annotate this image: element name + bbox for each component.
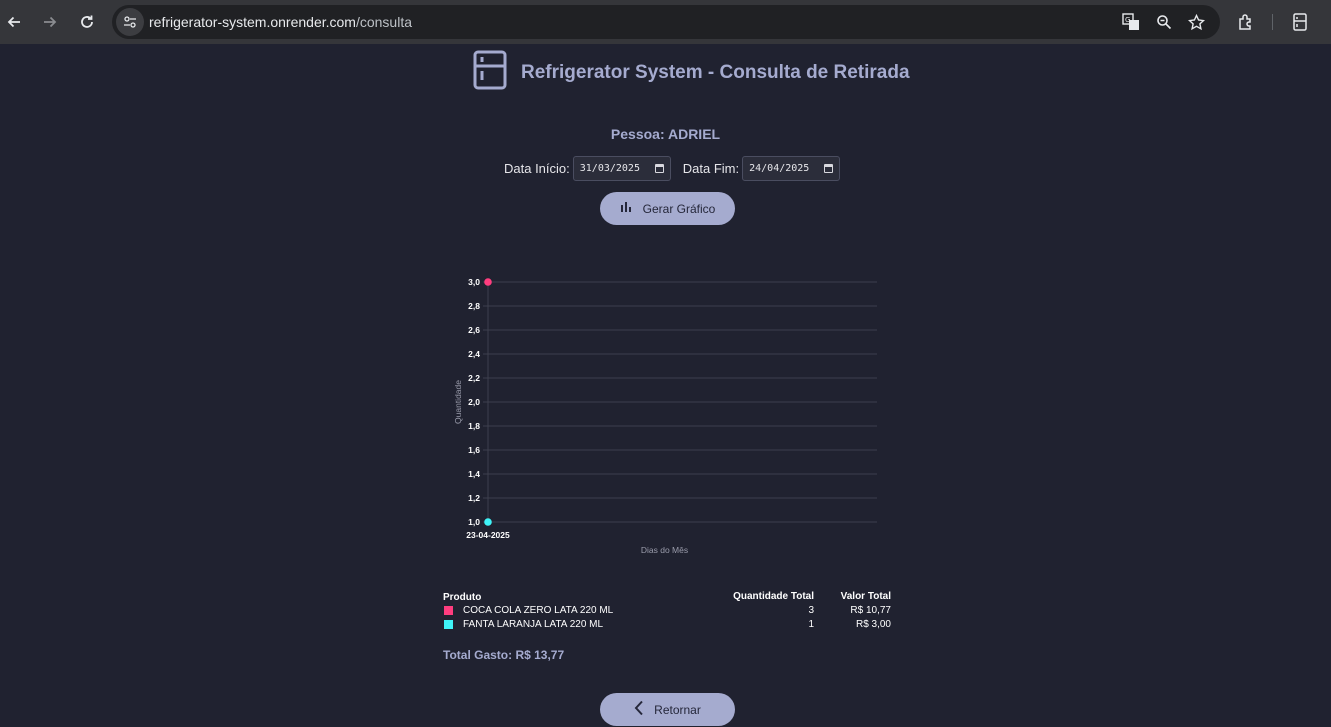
y-axis-title: Quantidade [453,380,463,424]
quantity-cell: 3 [808,604,814,616]
y-tick-label: 2,0 [468,397,480,407]
quantity-cell: 1 [808,618,814,630]
y-tick-label: 1,0 [468,517,480,527]
end-date-value: 24/04/2025 [749,163,810,174]
url-text: refrigerator-system.onrender.com/consult… [149,14,412,30]
chevron-left-icon [634,700,644,719]
start-date-value: 31/03/2025 [579,163,640,174]
generate-chart-label: Gerar Gráfico [642,201,716,216]
reload-icon[interactable] [73,8,101,36]
header-quantity: Quantidade Total [733,591,814,602]
series-swatch [444,605,453,615]
table-header: Produto Quantidade Total Valor Total [443,591,893,603]
x-axis-title: Dias do Mês [641,545,688,555]
product-name: FANTA LARANJA LATA 220 ML [463,618,604,630]
toolbar-separator [1272,14,1273,30]
calendar-icon[interactable] [654,164,664,173]
bar-chart-icon [620,201,633,216]
table-row: FANTA LARANJA LATA 220 ML 1 R$ 3,00 [443,617,893,631]
y-tick-label: 1,2 [468,493,480,503]
browser-toolbar: refrigerator-system.onrender.com/consult… [0,0,1331,44]
back-button[interactable]: Retornar [600,693,735,726]
y-tick-label: 2,8 [468,301,480,311]
y-tick-label: 2,2 [468,373,480,383]
table-row: COCA COLA ZERO LATA 220 ML 3 R$ 10,77 [443,603,893,617]
back-arrow-icon[interactable] [0,8,28,36]
refrigerator-icon [473,50,507,95]
extensions-icon[interactable] [1232,8,1260,36]
bookmark-star-icon[interactable] [1185,11,1207,33]
header-value: Valor Total [840,591,891,602]
calendar-icon[interactable] [824,164,834,173]
product-cell: COCA COLA ZERO LATA 220 ML [443,605,731,616]
y-tick-label: 2,4 [468,349,480,359]
quantity-chart: 1,0 1,2 1,4 1,6 1,8 2,0 2,2 2,4 2,6 2,8 3,0 23-04-2… [453,277,877,555]
value-cell: R$ 10,77 [850,604,891,616]
svg-text:G: G [1125,16,1130,24]
end-date-label: Data Fim: [682,161,740,176]
person-label: Pessoa: ADRIEL [610,126,721,142]
value-cell: R$ 3,00 [855,618,891,630]
start-date-label: Data Início: [504,161,570,176]
y-tick-label: 1,8 [468,421,480,431]
address-bar[interactable]: refrigerator-system.onrender.com/consult… [112,5,1220,39]
back-label: Retornar [654,702,701,717]
data-point [484,518,492,526]
summary-table: Produto Quantidade Total Valor Total COC… [443,591,893,631]
y-tick-label: 3,0 [468,277,480,287]
x-tick-label: 23-04-2025 [466,530,510,540]
product-cell: FANTA LARANJA LATA 220 ML [443,619,731,630]
side-panel-icon[interactable] [1286,8,1314,36]
zoom-icon[interactable] [1153,11,1175,33]
end-date-input[interactable]: 24/04/2025 [742,156,841,181]
product-name: COCA COLA ZERO LATA 220 ML [463,604,614,616]
date-filters: Data Início: 31/03/2025 Data Fim: 24/04/… [504,156,841,181]
page-title: Refrigerator System - Consulta de Retira… [521,61,910,83]
total-spent: Total Gasto: R$ 13,77 [443,648,565,662]
header-product: Produto [443,591,482,603]
translate-icon[interactable]: G [1120,11,1142,33]
y-tick-label: 1,4 [468,469,480,479]
forward-arrow-icon[interactable] [36,8,64,36]
y-tick-label: 2,6 [468,325,480,335]
generate-chart-button[interactable]: Gerar Gráfico [600,192,735,225]
data-point [484,278,492,286]
series-swatch [444,619,453,629]
url-host: refrigerator-system.onrender.com [149,14,356,30]
y-tick-label: 1,6 [468,445,480,455]
site-info-icon[interactable] [116,8,144,36]
url-path: /consulta [355,14,413,30]
app-header: Refrigerator System - Consulta de Retira… [473,50,910,95]
start-date-input[interactable]: 31/03/2025 [572,156,671,181]
